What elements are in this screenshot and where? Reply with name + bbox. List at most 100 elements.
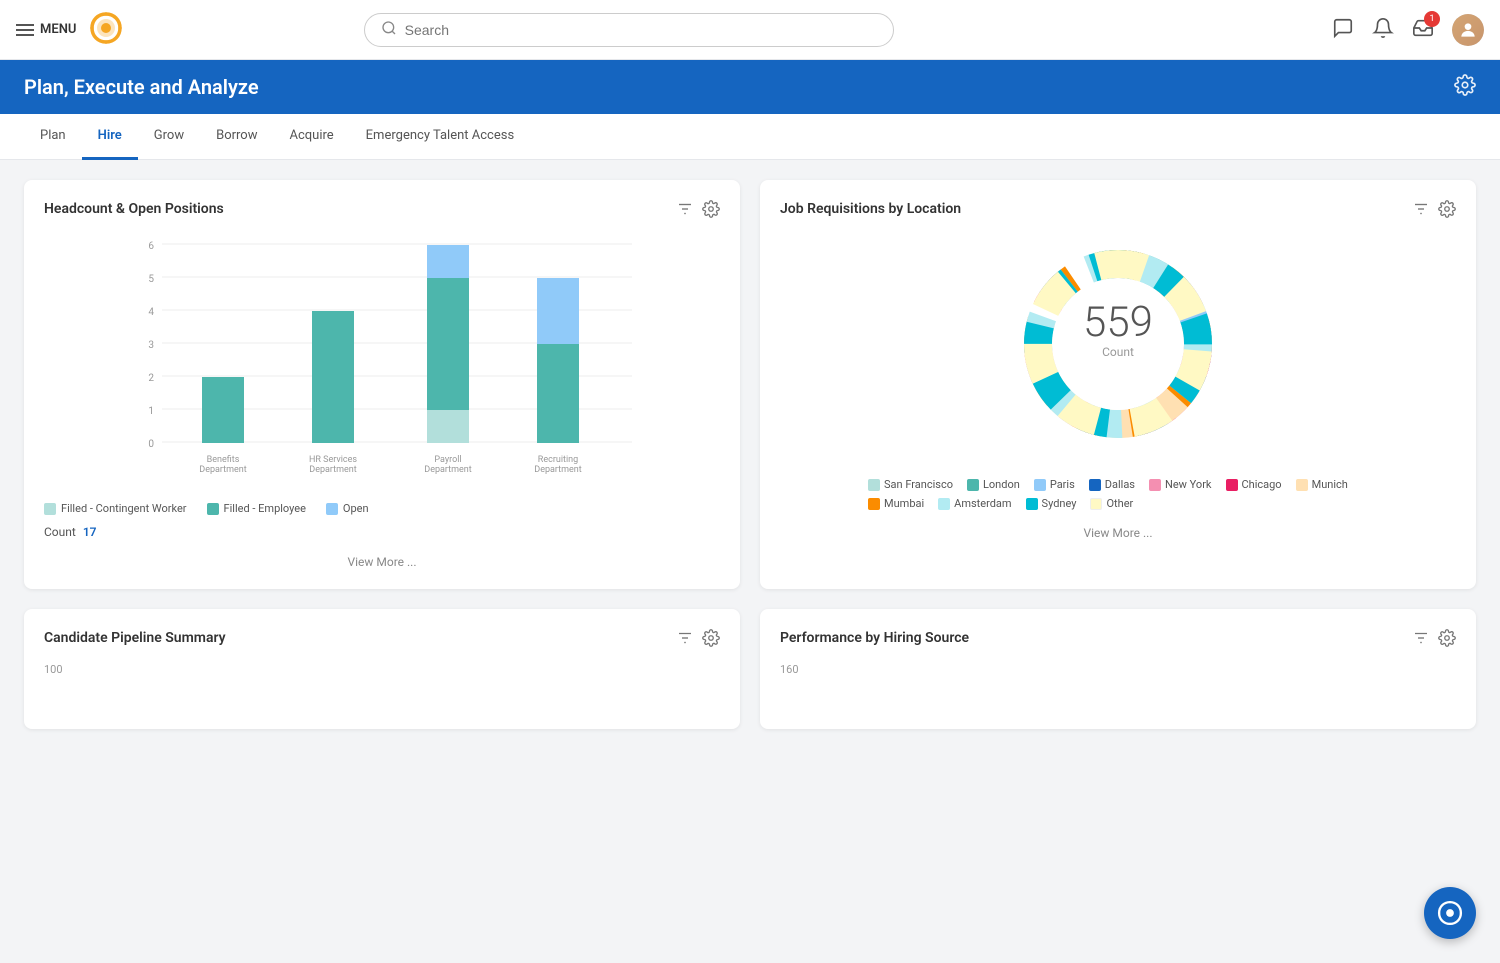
headcount-title: Headcount & Open Positions [44, 201, 224, 217]
gear-icon-3 [702, 629, 720, 647]
bottom-cards: Candidate Pipeline Summary 100 Performan… [24, 609, 1476, 729]
tabs-bar: Plan Hire Grow Borrow Acquire Emergency … [0, 114, 1500, 160]
inbox-icon[interactable]: 1 [1412, 17, 1434, 43]
legend-munich: Munich [1296, 478, 1348, 491]
svg-text:Department: Department [199, 465, 246, 474]
top-navigation: MENU [0, 0, 1500, 60]
filter-icon-3 [676, 629, 694, 647]
legend-paris: Paris [1034, 478, 1075, 491]
candidate-y-label: 100 [44, 663, 720, 676]
menu-label: MENU [40, 22, 76, 37]
svg-text:Payroll: Payroll [434, 455, 461, 465]
svg-text:559: 559 [1083, 298, 1153, 347]
legend-newyork: New York [1149, 478, 1212, 491]
headcount-card-header: Headcount & Open Positions [44, 200, 720, 218]
legend-mumbai: Mumbai [868, 497, 924, 510]
bar-chart-wrap: 0 1 2 3 4 5 6 Benefits Department HR Ser… [44, 234, 720, 488]
candidate-pipeline-title: Candidate Pipeline Summary [44, 630, 226, 646]
performance-hiring-actions[interactable] [1412, 629, 1456, 647]
count-row: Count 17 [44, 525, 720, 539]
charts-grid: Headcount & Open Positions [24, 180, 1476, 589]
donut-legend: San Francisco London Paris Dallas [868, 478, 1368, 510]
performance-hiring-title: Performance by Hiring Source [780, 630, 969, 646]
headcount-view-more[interactable]: View More ... [44, 555, 720, 569]
svg-text:0: 0 [148, 439, 154, 450]
donut-wrap: 559 Count San Francisco London [780, 234, 1456, 540]
filter-icon-4 [1412, 629, 1430, 647]
svg-text:1: 1 [148, 406, 154, 417]
svg-text:Recruiting: Recruiting [538, 455, 578, 465]
count-value: 17 [83, 525, 97, 539]
candidate-pipeline-header: Candidate Pipeline Summary [44, 629, 720, 647]
svg-text:HR Services: HR Services [309, 455, 357, 465]
search-input[interactable] [405, 22, 877, 38]
svg-text:3: 3 [148, 340, 154, 351]
legend-sydney: Sydney [1026, 497, 1077, 510]
legend-chicago: Chicago [1226, 478, 1282, 491]
messages-icon[interactable] [1332, 17, 1354, 43]
workday-logo[interactable] [88, 10, 124, 50]
donut-view-more[interactable]: View More ... [780, 526, 1456, 540]
hamburger-icon [16, 24, 34, 36]
inbox-badge: 1 [1424, 11, 1440, 27]
tab-acquire[interactable]: Acquire [273, 114, 349, 160]
tab-borrow[interactable]: Borrow [200, 114, 273, 160]
candidate-pipeline-card: Candidate Pipeline Summary 100 [24, 609, 740, 729]
donut-card-header: Job Requisitions by Location [780, 200, 1456, 218]
user-avatar[interactable] [1452, 14, 1484, 46]
svg-text:Count: Count [1102, 345, 1134, 359]
candidate-pipeline-actions[interactable] [676, 629, 720, 647]
bar-chart-svg: 0 1 2 3 4 5 6 Benefits Department HR Ser… [44, 234, 720, 474]
gear-icon-2 [1438, 200, 1456, 218]
legend-amsterdam: Amsterdam [938, 497, 1011, 510]
tab-grow[interactable]: Grow [138, 114, 200, 160]
contingent-color [44, 503, 56, 515]
svg-text:2: 2 [148, 373, 154, 384]
tab-emergency[interactable]: Emergency Talent Access [350, 114, 531, 160]
svg-text:Department: Department [424, 465, 471, 474]
search-icon [381, 20, 397, 40]
gear-icon [702, 200, 720, 218]
main-content: Headcount & Open Positions [0, 160, 1500, 962]
svg-text:5: 5 [148, 274, 154, 285]
performance-y-label: 160 [780, 663, 1456, 676]
donut-svg: 559 Count [1008, 234, 1228, 454]
menu-button[interactable]: MENU [16, 22, 76, 37]
svg-text:Department: Department [309, 465, 356, 474]
donut-card: Job Requisitions by Location [760, 180, 1476, 589]
legend-london: London [967, 478, 1020, 491]
donut-card-actions[interactable] [1412, 200, 1456, 218]
donut-svg-wrap: 559 Count [1008, 234, 1228, 454]
employee-color [207, 503, 219, 515]
settings-button[interactable] [1454, 74, 1476, 100]
legend-sf: San Francisco [868, 478, 953, 491]
open-color [326, 503, 338, 515]
workday-fab-icon [1436, 899, 1464, 927]
svg-text:Benefits: Benefits [207, 455, 240, 465]
legend-dallas: Dallas [1089, 478, 1135, 491]
chat-fab[interactable] [1424, 887, 1476, 939]
search-bar[interactable] [364, 13, 894, 47]
legend-open: Open [326, 502, 369, 515]
nav-icons: 1 [1332, 14, 1484, 46]
legend-contingent: Filled - Contingent Worker [44, 502, 187, 515]
legend-other: Other [1090, 497, 1133, 510]
filter-icon [676, 200, 694, 218]
headcount-card: Headcount & Open Positions [24, 180, 740, 589]
notifications-icon[interactable] [1372, 17, 1394, 43]
page-title: Plan, Execute and Analyze [24, 75, 259, 99]
bar-chart-legend: Filled - Contingent Worker Filled - Empl… [44, 502, 720, 515]
tab-plan[interactable]: Plan [24, 114, 82, 160]
tab-hire[interactable]: Hire [82, 114, 138, 160]
svg-text:Department: Department [534, 465, 581, 474]
headcount-card-actions[interactable] [676, 200, 720, 218]
svg-text:4: 4 [148, 307, 154, 318]
performance-hiring-card: Performance by Hiring Source 160 [760, 609, 1476, 729]
legend-employee: Filled - Employee [207, 502, 306, 515]
donut-title: Job Requisitions by Location [780, 201, 961, 217]
page-header: Plan, Execute and Analyze [0, 60, 1500, 114]
gear-icon-4 [1438, 629, 1456, 647]
svg-text:6: 6 [148, 241, 154, 252]
performance-hiring-header: Performance by Hiring Source [780, 629, 1456, 647]
filter-icon-2 [1412, 200, 1430, 218]
